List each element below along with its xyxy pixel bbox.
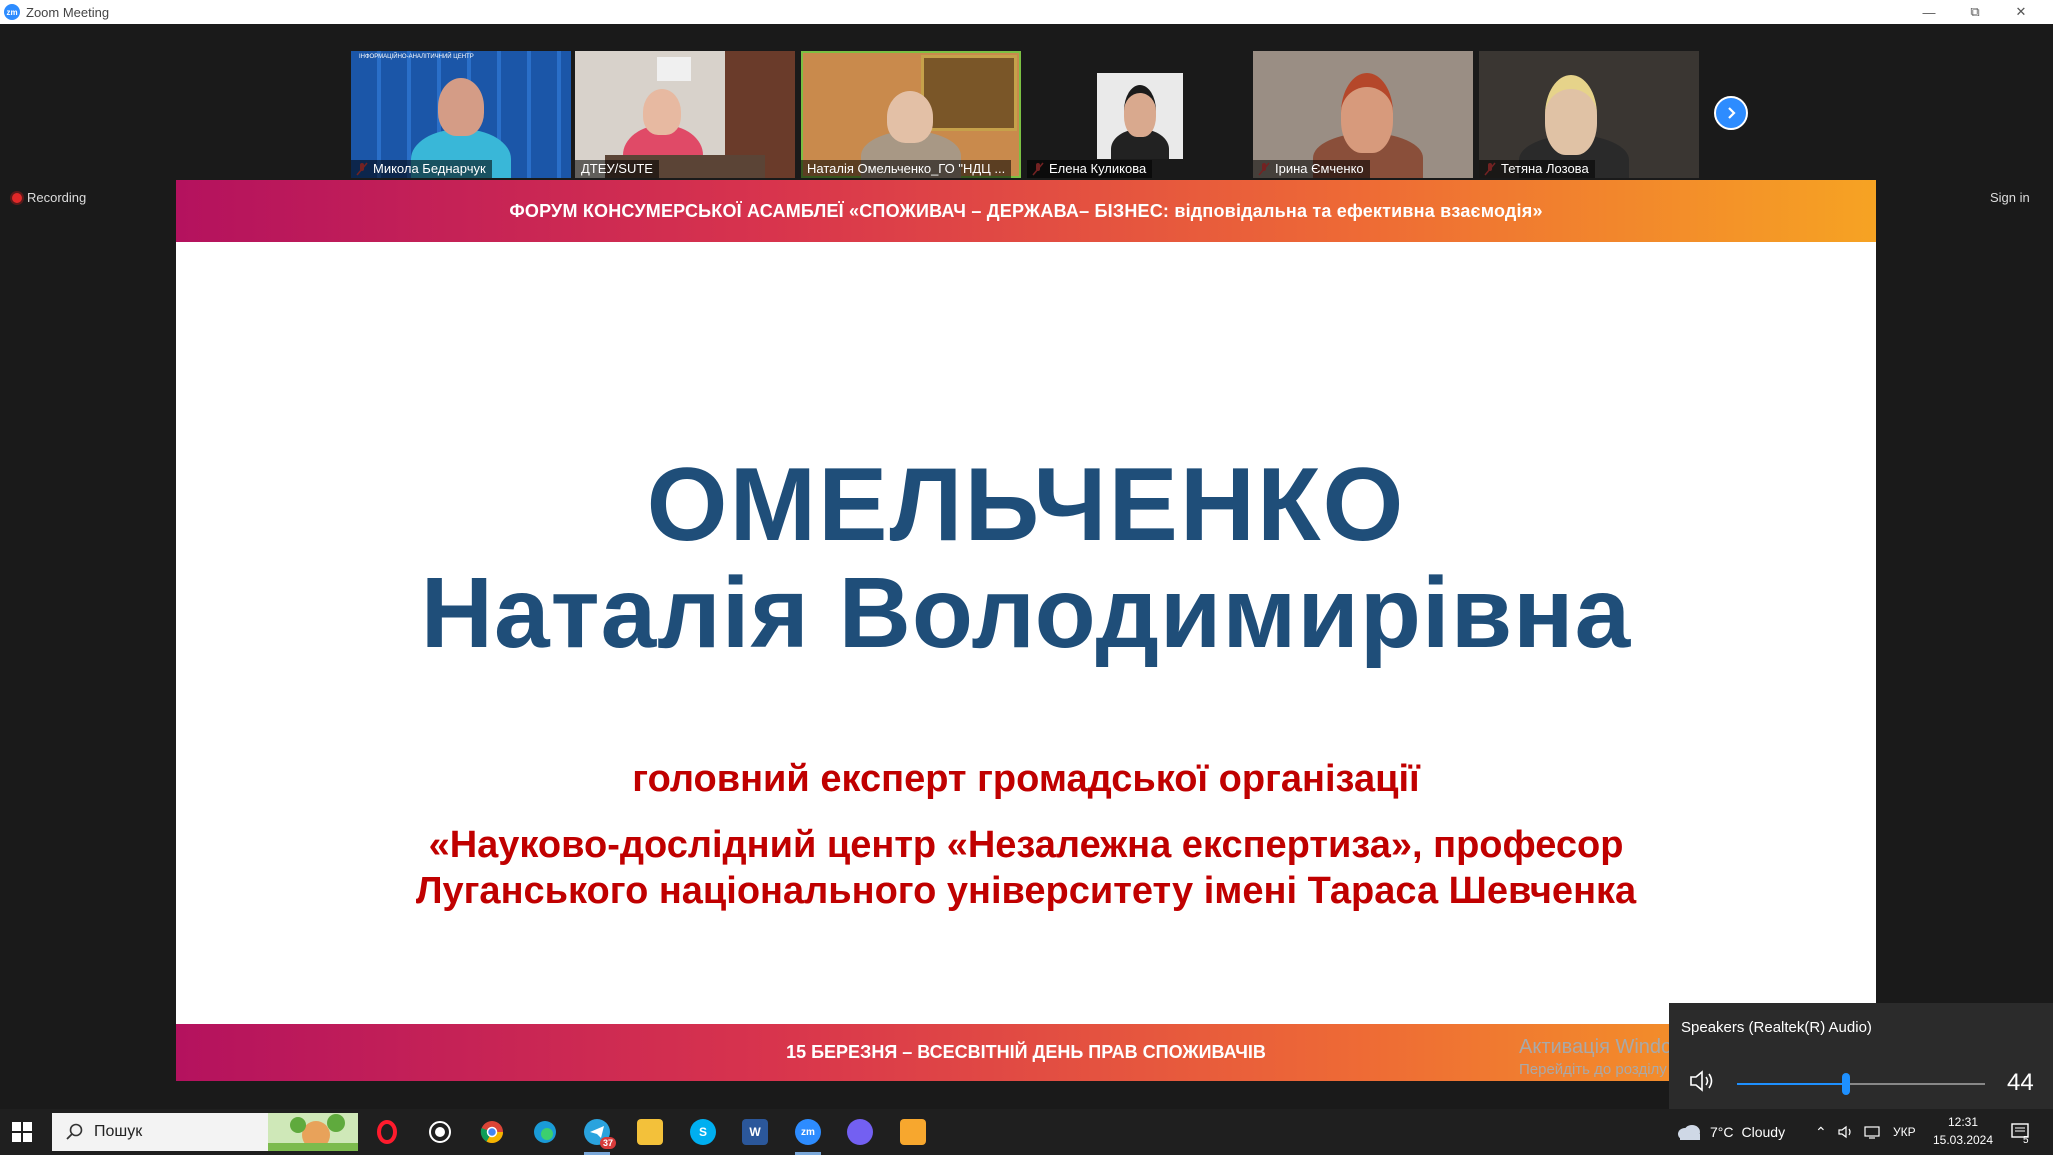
participant-name: Микола Беднарчук [351,160,492,178]
speaker-icon[interactable] [1689,1069,1715,1093]
volume-value: 44 [2007,1069,2034,1096]
search-icon [66,1123,83,1140]
meeting-area: ІНФОРМАЦІЙНО-АНАЛІТИЧНИЙ ЦЕНТР Микола Бе… [0,24,2053,1109]
speaker-given-name: Наталія Володимирівна [420,557,1632,669]
opera-icon[interactable] [374,1119,400,1145]
participant-tile[interactable]: ІНФОРМАЦІЙНО-АНАЛІТИЧНИЙ ЦЕНТР Микола Бе… [351,51,571,178]
minimize-icon[interactable]: — [1906,0,1952,24]
speaker-org-line-2: Луганського національного університету і… [415,870,1637,912]
participant-tile[interactable]: Ірина Ємченко [1253,51,1473,178]
window-title: Zoom Meeting [26,4,110,20]
chrome-icon[interactable] [479,1119,505,1145]
volume-tray-icon[interactable] [1838,1109,1854,1155]
weather-condition: Cloudy [1741,1124,1786,1140]
zoom-app-icon: zm [4,4,20,20]
speaker-surname: ОМЕЛЬЧЕНКО [646,447,1406,563]
skype-icon[interactable]: S [690,1119,716,1145]
search-highlight-illustration-icon [268,1113,358,1151]
participant-tile[interactable]: Елена Куликова [1027,51,1247,178]
whatsapp-icon[interactable] [427,1119,453,1145]
notification-center-icon[interactable]: 5 [2010,1109,2032,1155]
volume-flyout: Speakers (Realtek(R) Audio) 44 [1669,1003,2053,1109]
participant-name: Наталія Омельченко_ГО "НДЦ ... [801,160,1012,178]
search-placeholder: Пошук [94,1123,143,1140]
window-titlebar: zm Zoom Meeting — ⧉ ✕ [0,0,2053,24]
taskbar-search-box[interactable]: Пошук [52,1113,358,1151]
backdrop-banner: ІНФОРМАЦІЙНО-АНАЛІТИЧНИЙ ЦЕНТР [359,54,474,60]
participant-tile[interactable]: Тетяна Лозова [1479,51,1699,178]
person-head [1545,75,1597,155]
windows-taskbar: Пошук 37 S W zm 7°C Cloudy ⌃ УКР 12:31 1… [0,1109,2053,1155]
participant-tile-active-speaker[interactable]: Наталія Омельченко_ГО "НДЦ ... [801,51,1021,178]
volume-slider[interactable] [1737,1073,1985,1095]
file-explorer-icon[interactable] [637,1119,663,1145]
avatar [1097,73,1183,159]
clock-date: 15.03.2024 [1932,1133,1994,1147]
person-head [1341,73,1393,153]
person-head [643,89,681,135]
taskbar-clock[interactable]: 12:31 15.03.2024 [1928,1113,1998,1149]
flag-backdrop [657,57,691,81]
audio-device-name[interactable]: Speakers (Realtek(R) Audio) [1681,1019,1872,1036]
cloud-icon [1678,1125,1700,1140]
telegram-unread-badge: 37 [599,1137,616,1149]
participant-name: Ірина Ємченко [1253,160,1370,178]
chevron-right-icon [1728,107,1736,119]
restore-icon[interactable]: ⧉ [1952,0,1998,24]
network-icon[interactable] [1864,1109,1882,1155]
chevron-up-icon[interactable]: ⌃ [1815,1109,1827,1155]
recording-dot-icon [12,192,22,203]
sign-in-button[interactable]: Sign in [1990,190,2030,205]
edge-icon[interactable] [532,1119,558,1145]
person-head [438,78,484,136]
speaker-role: головний експерт громадської організації [632,758,1420,800]
person-head [887,91,933,143]
input-language[interactable]: УКР [1893,1109,1916,1155]
weather-temp: 7°C [1710,1124,1734,1140]
slide-header-band: ФОРУМ КОНСУМЕРСЬКОЇ АСАМБЛЕЇ «СПОЖИВАЧ –… [176,180,1876,242]
participant-name: Елена Куликова [1027,160,1153,178]
close-icon[interactable]: ✕ [1998,0,2044,24]
word-icon[interactable]: W [742,1119,768,1145]
volume-slider-thumb[interactable] [1842,1073,1850,1095]
viber-icon[interactable] [847,1119,873,1145]
speaker-org-line-1: «Науково-дослідний центр «Незалежна експ… [428,824,1624,866]
painting-backdrop [921,55,1017,131]
weather-widget[interactable]: 7°C Cloudy [1676,1109,1785,1155]
participant-name: Тетяна Лозова [1479,160,1595,178]
clock-time: 12:31 [1947,1115,1979,1129]
participant-name: ДТЕУ/SUTE [575,160,659,178]
recording-label: Recording [27,190,87,205]
volume-slider-fill [1737,1083,1846,1085]
recording-indicator[interactable]: Recording [12,190,86,205]
gallery-next-page-button[interactable] [1714,96,1748,130]
zoom-icon[interactable]: zm [795,1119,821,1145]
shared-slide: ФОРУМ КОНСУМЕРСЬКОЇ АСАМБЛЕЇ «СПОЖИВАЧ –… [176,180,1876,1081]
notification-count: 5 [2023,1135,2029,1146]
participant-tile[interactable]: ДТЕУ/SUTE [575,51,795,178]
windows-start-icon[interactable] [12,1122,32,1142]
pdf-icon[interactable] [900,1119,926,1145]
telegram-icon[interactable]: 37 [584,1119,616,1149]
